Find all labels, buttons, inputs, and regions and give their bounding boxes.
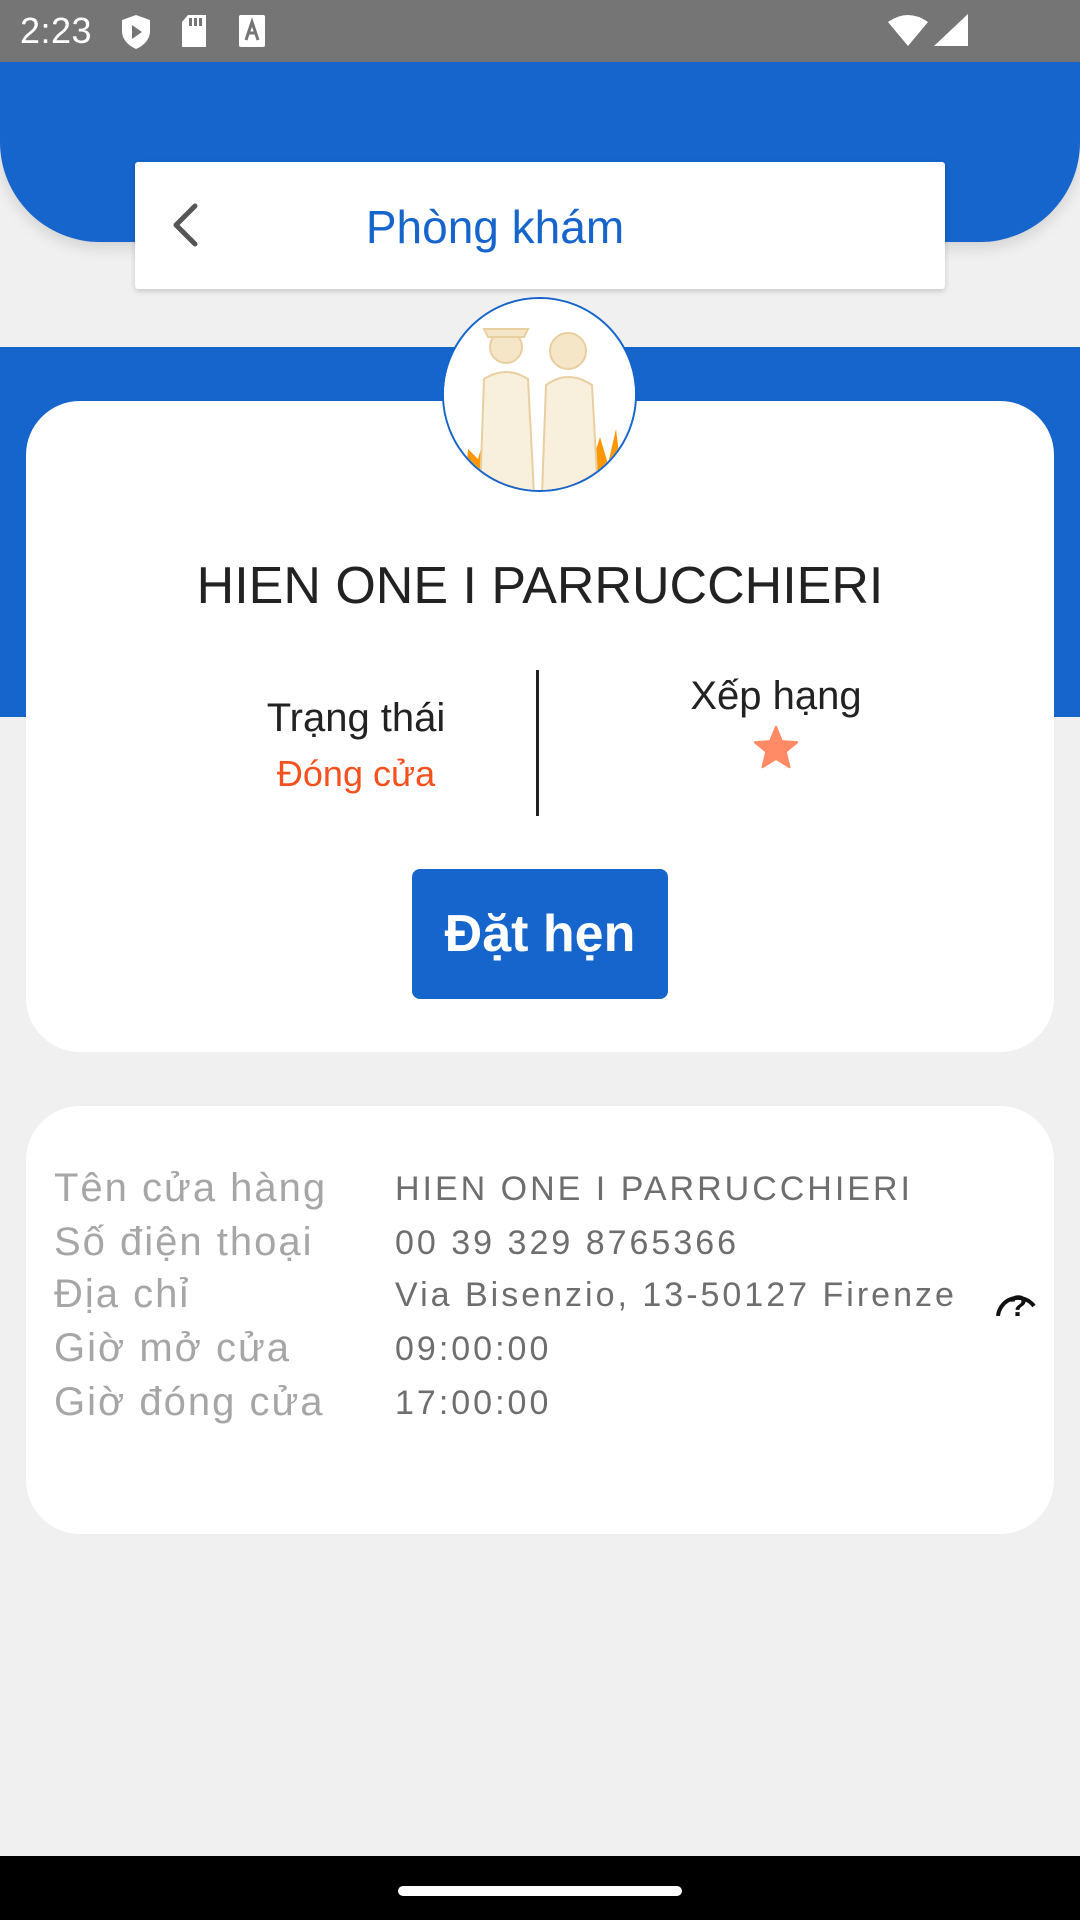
rating-label: Xếp hạng xyxy=(690,674,862,718)
info-value: 17:00:00 xyxy=(395,1384,552,1422)
status-block: Trạng thái Đóng cửa xyxy=(206,696,506,795)
page-title: Phòng khám xyxy=(365,201,625,253)
book-appointment-button[interactable]: Đặt hẹn xyxy=(412,869,668,999)
info-label: Số điện thoại xyxy=(54,1220,314,1264)
rating-block: Xếp hạng xyxy=(626,674,926,769)
info-label: Giờ đóng cửa xyxy=(54,1380,325,1424)
navigation-bar xyxy=(0,1856,1080,1920)
status-label: Trạng thái xyxy=(266,696,446,740)
home-indicator[interactable] xyxy=(398,1886,682,1896)
shop-info-card: Tên cửa hàng HIEN ONE I PARRUCCHIERI Số … xyxy=(26,1106,1054,1534)
info-label: Giờ mở cửa xyxy=(54,1326,292,1370)
stat-divider xyxy=(536,670,539,816)
star-icon xyxy=(753,725,799,769)
info-value[interactable]: Via Bisenzio, 13-50127 Firenze xyxy=(395,1276,957,1315)
info-row-close-time: Giờ đóng cửa 17:00:00 xyxy=(54,1380,1044,1434)
info-value[interactable]: 00 39 329 8765366 xyxy=(395,1224,739,1263)
status-value: Đóng cửa xyxy=(276,753,436,794)
info-value: 09:00:00 xyxy=(395,1330,552,1368)
status-time: 2:23 xyxy=(20,10,93,51)
info-row-phone: Số điện thoại 00 39 329 8765366 xyxy=(54,1220,1044,1274)
info-row-shop-name: Tên cửa hàng HIEN ONE I PARRUCCHIERI xyxy=(54,1166,1044,1220)
info-label: Tên cửa hàng xyxy=(54,1166,328,1210)
info-label: Địa chỉ xyxy=(54,1272,191,1316)
shield-play-icon xyxy=(122,15,150,49)
info-row-address: Địa chỉ Via Bisenzio, 13-50127 Firenze ? xyxy=(54,1272,1044,1326)
sd-card-icon xyxy=(182,15,206,47)
svg-text:?: ? xyxy=(1009,1290,1027,1316)
wifi-icon xyxy=(888,15,928,46)
info-value: HIEN ONE I PARRUCCHIERI xyxy=(395,1170,913,1208)
shop-name: HIEN ONE I PARRUCCHIERI xyxy=(196,557,884,615)
title-bar: Phòng khám xyxy=(135,162,945,289)
info-row-open-time: Giờ mở cửa 09:00:00 xyxy=(54,1326,1044,1380)
profile-card: HIEN ONE I PARRUCCHIERI Trạng thái Đóng … xyxy=(26,401,1054,1052)
shop-avatar xyxy=(442,297,637,492)
status-bar: 2:23 xyxy=(0,0,1080,62)
help-question-icon[interactable]: ? xyxy=(994,1276,1038,1316)
a-font-icon xyxy=(239,15,265,47)
signal-icon xyxy=(934,14,968,46)
people-silhouette-avatar xyxy=(444,299,635,490)
